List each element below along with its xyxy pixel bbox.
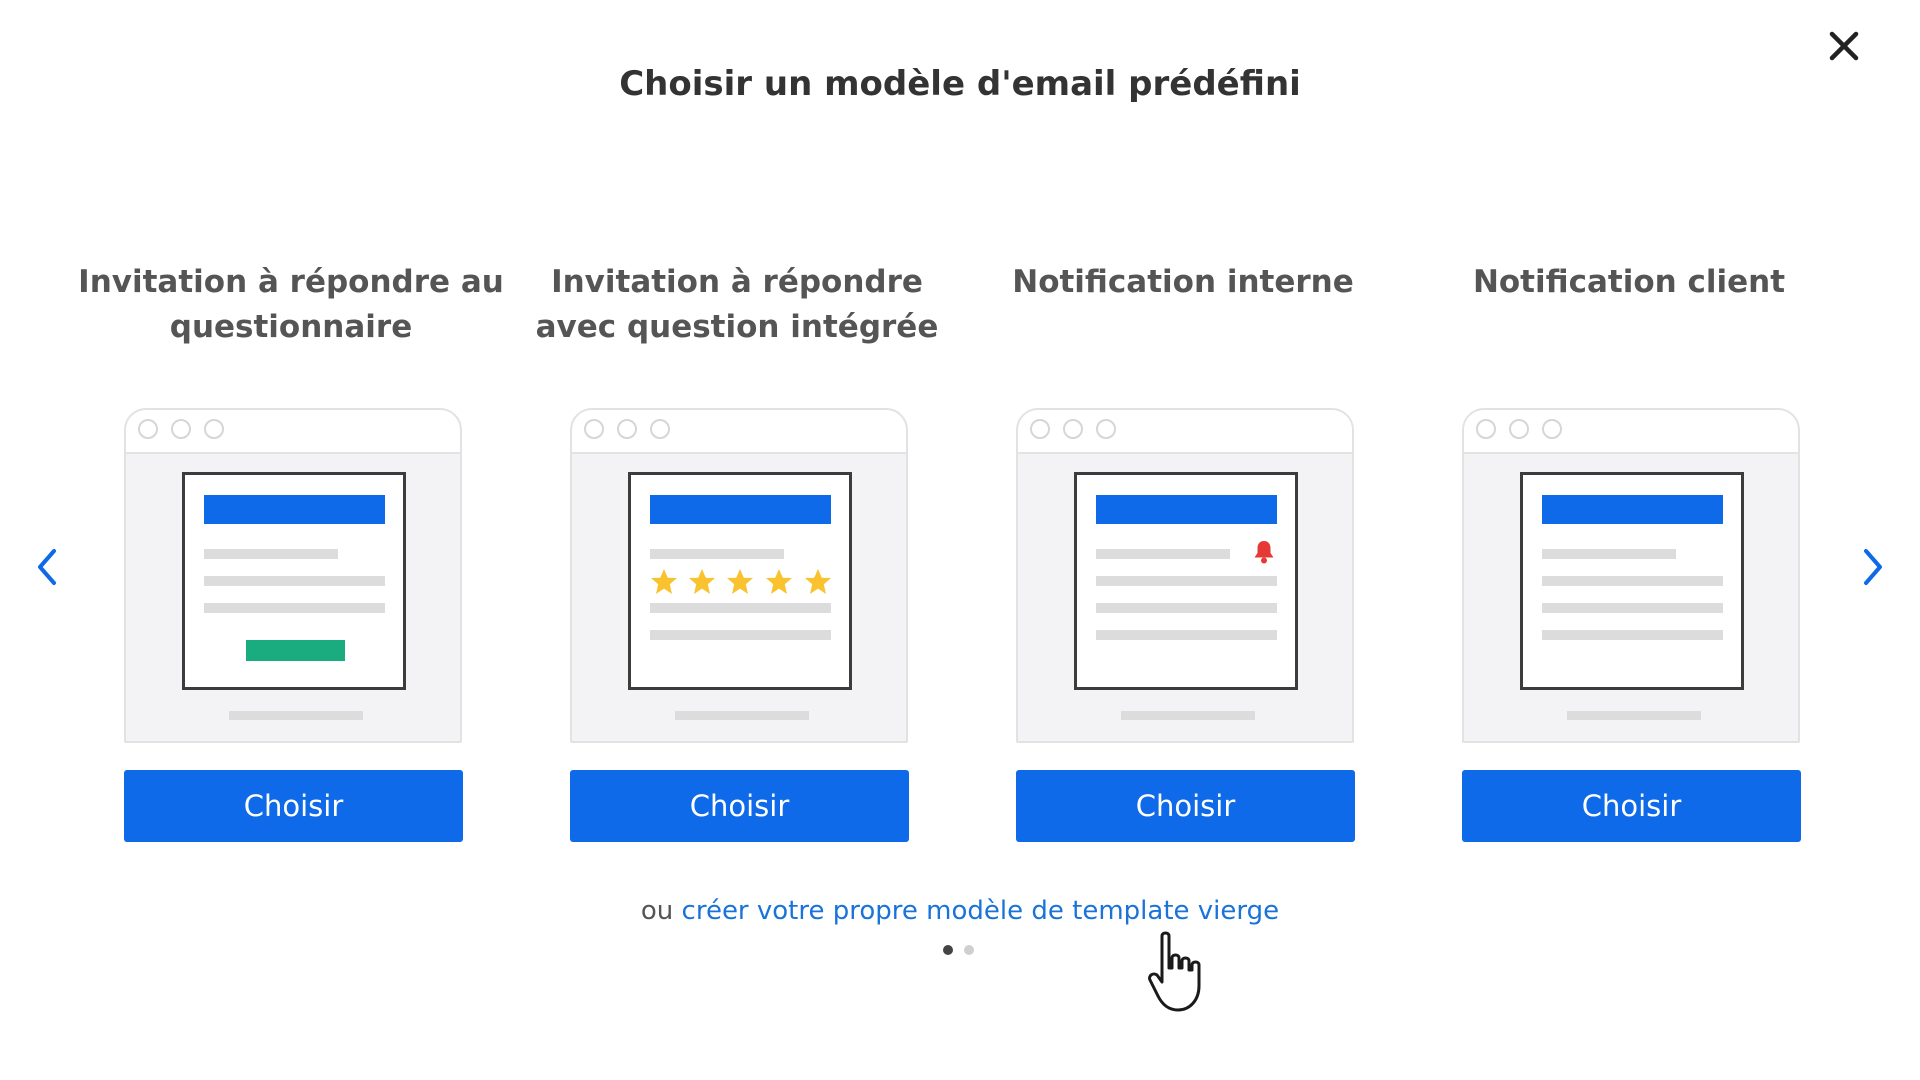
- blank-template-row: ou créer votre propre modèle de template…: [0, 896, 1920, 926]
- text-line: [1542, 549, 1676, 559]
- window-dot-icon: [1542, 419, 1562, 439]
- star-rating-icon: [570, 408, 908, 743]
- text-line: [1542, 576, 1723, 586]
- window-dot-icon: [1476, 419, 1496, 439]
- template-picker-modal: Choisir un modèle d'email prédéfini Invi…: [0, 0, 1920, 1080]
- template-card-client-notification: Notification client Choisir: [1406, 260, 1852, 860]
- template-title: Invitation à répondre avec question inté…: [535, 264, 939, 345]
- email-document: [628, 472, 852, 690]
- email-header-bar: [204, 495, 385, 524]
- text-line: [650, 549, 784, 559]
- text-line: [1542, 630, 1723, 640]
- email-header-bar: [1096, 495, 1277, 524]
- email-cta-button: [246, 640, 345, 661]
- close-icon: [1829, 31, 1859, 61]
- template-title: Invitation à répondre au questionnaire: [78, 264, 504, 345]
- window-titlebar: [1464, 410, 1798, 454]
- preview-footer-line: [1121, 711, 1255, 720]
- window-titlebar: [126, 410, 460, 454]
- template-card-embedded-question: Invitation à répondre avec question inté…: [514, 260, 960, 860]
- text-line: [650, 630, 831, 640]
- preview-footer-line: [675, 711, 809, 720]
- template-card-survey-invitation: Invitation à répondre au questionnaire C…: [68, 260, 514, 860]
- text-line: [204, 549, 338, 559]
- pagination-dots: [943, 943, 983, 957]
- bell-icon: [1016, 408, 1354, 743]
- text-line: [650, 603, 831, 613]
- text-line: [1096, 549, 1230, 559]
- star-icon: [805, 569, 831, 594]
- close-button[interactable]: [1822, 24, 1866, 68]
- email-text-icon: [1462, 408, 1800, 743]
- previous-page-button[interactable]: [28, 545, 68, 589]
- create-blank-template-link[interactable]: créer votre propre modèle de template vi…: [682, 896, 1280, 926]
- window-titlebar: [572, 410, 906, 454]
- hand-pointer-cursor-icon: [1148, 931, 1201, 1012]
- star-icon: [651, 569, 677, 594]
- text-line: [1096, 603, 1277, 613]
- window-dot-icon: [1030, 419, 1050, 439]
- window-dot-icon: [1096, 419, 1116, 439]
- window-dot-icon: [204, 419, 224, 439]
- star-icon: [727, 569, 753, 594]
- choose-button[interactable]: Choisir: [1016, 770, 1355, 842]
- blank-template-prefix: ou: [640, 896, 674, 926]
- text-line: [1542, 603, 1723, 613]
- page-dot-active[interactable]: [943, 945, 953, 955]
- window-dot-icon: [617, 419, 637, 439]
- text-line: [204, 576, 385, 586]
- email-document: [1520, 472, 1744, 690]
- preview-footer-line: [229, 711, 363, 720]
- window-dot-icon: [1063, 419, 1083, 439]
- window-titlebar: [1018, 410, 1352, 454]
- window-dot-icon: [1509, 419, 1529, 439]
- page-dot[interactable]: [964, 945, 974, 955]
- template-card-internal-notification: Notification interne Choisir: [960, 260, 1406, 860]
- text-line: [1096, 576, 1277, 586]
- star-icon: [689, 569, 715, 594]
- chevron-left-icon: [38, 549, 56, 585]
- chevron-right-icon: [1864, 549, 1882, 585]
- email-document: [182, 472, 406, 690]
- window-dot-icon: [650, 419, 670, 439]
- window-dot-icon: [138, 419, 158, 439]
- email-document: [1074, 472, 1298, 690]
- text-line: [204, 603, 385, 613]
- next-page-button[interactable]: [1852, 545, 1892, 589]
- preview-footer-line: [1567, 711, 1701, 720]
- window-dot-icon: [171, 419, 191, 439]
- email-header-bar: [1542, 495, 1723, 524]
- window-dot-icon: [584, 419, 604, 439]
- choose-button[interactable]: Choisir: [124, 770, 463, 842]
- template-title: Notification interne: [1012, 264, 1354, 300]
- text-line: [1096, 630, 1277, 640]
- star-icon: [766, 569, 792, 594]
- choose-button[interactable]: Choisir: [570, 770, 909, 842]
- email-cta-icon: [124, 408, 462, 743]
- modal-title: Choisir un modèle d'email prédéfini: [619, 64, 1301, 104]
- star-rating: [651, 569, 831, 594]
- email-header-bar: [650, 495, 831, 524]
- choose-button[interactable]: Choisir: [1462, 770, 1801, 842]
- template-title: Notification client: [1472, 264, 1786, 300]
- notification-bell-icon: [1254, 541, 1274, 564]
